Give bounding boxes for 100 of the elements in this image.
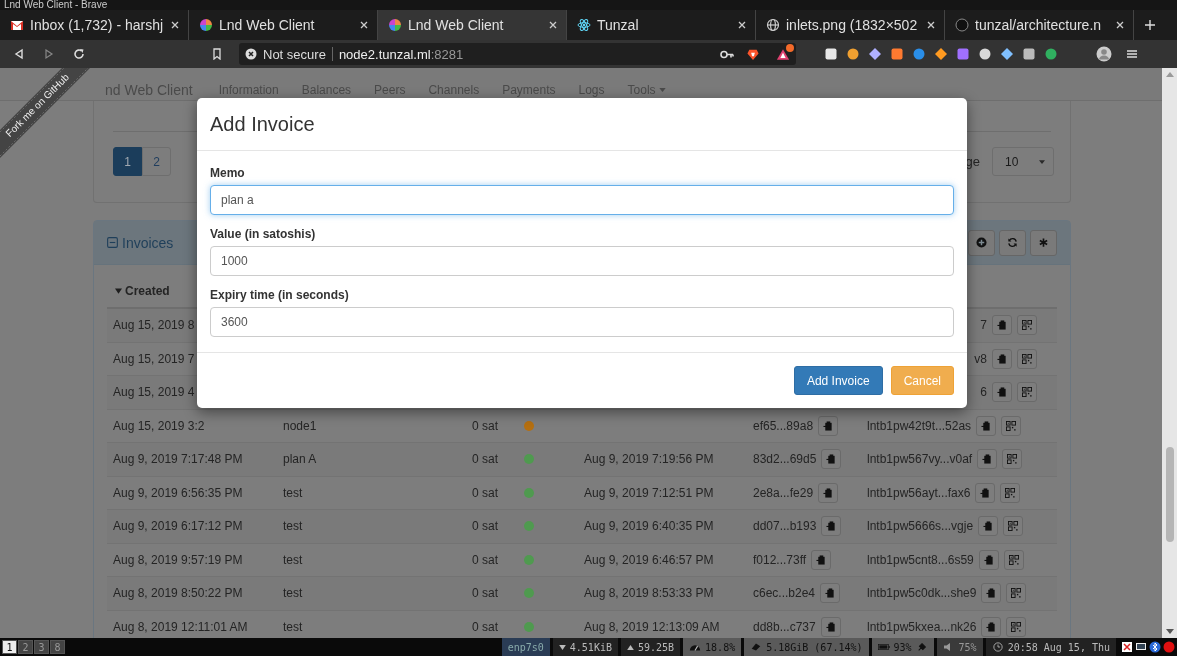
download-icon	[558, 644, 566, 650]
back-icon[interactable]	[13, 48, 25, 60]
extension-icon[interactable]	[934, 47, 948, 61]
page-button[interactable]: 2	[142, 147, 171, 176]
copy-button[interactable]	[820, 616, 841, 637]
page-size-select[interactable]: 10	[992, 147, 1054, 176]
copy-button[interactable]	[978, 516, 999, 537]
qr-code-button[interactable]	[1017, 382, 1037, 403]
close-icon[interactable]	[548, 20, 558, 30]
table-cell: test	[283, 619, 303, 634]
qr-code-button[interactable]	[1003, 516, 1024, 537]
copy-button[interactable]	[992, 315, 1012, 336]
panel-title: Invoices	[122, 234, 174, 251]
table-cell: Aug 15, 2019 8	[113, 318, 195, 333]
clipboard-icon	[825, 621, 836, 632]
table-cell: lntb1pw5kxea...nk26	[867, 619, 977, 634]
tray-icon[interactable]	[1121, 641, 1133, 653]
qr-code-icon	[1008, 554, 1019, 565]
extension-icon[interactable]	[978, 47, 992, 61]
settings-button[interactable]	[1030, 229, 1057, 256]
qr-code-button[interactable]	[1006, 583, 1027, 604]
extension-icon[interactable]	[846, 47, 860, 61]
close-icon[interactable]	[170, 20, 180, 30]
close-icon[interactable]	[737, 20, 747, 30]
memory-usage: 5.18GiB (67.14%)	[766, 641, 863, 653]
extension-icon[interactable]	[868, 47, 882, 61]
scroll-down-icon[interactable]	[1165, 629, 1174, 634]
table-cell: 0 sat	[472, 619, 498, 634]
workspace-button[interactable]: 3	[34, 640, 49, 654]
copy-button[interactable]	[818, 415, 839, 436]
copy-button[interactable]	[811, 549, 832, 570]
clipboard-icon	[981, 420, 992, 431]
copy-button[interactable]	[978, 549, 999, 570]
table-cell: Aug 8, 2019 12:11:01 AM	[113, 619, 248, 634]
submit-button[interactable]: Add Invoice	[793, 366, 883, 395]
forward-icon[interactable]	[43, 48, 55, 60]
copy-button[interactable]	[981, 583, 1002, 604]
table-cell: lntb1pw5cnt8...6s59	[867, 552, 974, 567]
extension-icon[interactable]	[1044, 47, 1058, 61]
extension-icon[interactable]	[1000, 47, 1014, 61]
mail-icon	[10, 18, 24, 32]
scrollbar[interactable]	[1162, 68, 1177, 638]
browser-tab[interactable]: Lnd Web Client	[378, 10, 567, 40]
reload-icon[interactable]	[73, 48, 85, 60]
copy-button[interactable]	[981, 616, 1002, 637]
qr-code-button[interactable]	[1001, 415, 1022, 436]
workspace-button[interactable]: 8	[50, 640, 65, 654]
qr-code-button[interactable]	[1006, 616, 1027, 637]
volume-level: 75%	[958, 641, 977, 653]
workspace-button[interactable]: 1	[2, 640, 17, 654]
copy-button[interactable]	[821, 449, 842, 470]
table-cell: Aug 15, 2019 4	[113, 385, 195, 400]
new-tab-icon[interactable]	[1144, 19, 1156, 31]
extension-icon[interactable]	[1022, 47, 1036, 61]
copy-button[interactable]	[992, 348, 1012, 369]
copy-button[interactable]	[820, 583, 841, 604]
avatar-icon[interactable]	[1096, 46, 1112, 62]
tray-icon[interactable]	[1135, 641, 1147, 653]
input-field[interactable]: plan a	[210, 185, 954, 215]
bluetooth-icon[interactable]	[1149, 641, 1161, 653]
table-cell: Aug 8, 2019 8:53:33 PM	[584, 586, 714, 601]
extension-icon[interactable]	[890, 47, 904, 61]
qr-code-button[interactable]	[1000, 482, 1021, 503]
extension-icon[interactable]	[824, 47, 838, 61]
copy-button[interactable]	[992, 382, 1012, 403]
table-cell: lntb1pw567vy...v0af	[867, 452, 973, 467]
scrollbar-thumb[interactable]	[1165, 447, 1174, 542]
copy-button[interactable]	[977, 449, 998, 470]
window-title: Lnd Web Client - Brave	[4, 0, 108, 10]
clipboard-icon	[982, 454, 993, 465]
copy-button[interactable]	[975, 482, 996, 503]
qr-code-button[interactable]	[1017, 348, 1037, 369]
copy-button[interactable]	[976, 415, 997, 436]
collapse-icon[interactable]	[107, 237, 118, 248]
add-button[interactable]	[968, 229, 995, 256]
bookmark-icon[interactable]	[211, 48, 223, 60]
qr-code-button[interactable]	[1017, 315, 1037, 336]
copy-button[interactable]	[818, 482, 839, 503]
copy-button[interactable]	[821, 516, 842, 537]
table-cell: 0 sat	[472, 418, 498, 433]
qr-code-icon	[1011, 588, 1022, 599]
close-icon[interactable]	[1115, 20, 1125, 30]
table-cell: Aug 8, 2019 9:57:19 PM	[113, 552, 243, 567]
menu-icon[interactable]	[1126, 48, 1138, 60]
qr-code-icon	[1011, 621, 1022, 632]
page-button[interactable]: 1	[113, 147, 142, 176]
input-field[interactable]: 1000	[210, 246, 954, 276]
table-cell: lntb1pw5c0dk...she9	[867, 586, 977, 601]
address-field[interactable]: Not secure node2.tunzal.ml:8281	[239, 43, 796, 65]
qr-code-button[interactable]	[1003, 549, 1024, 570]
triangle-icon[interactable]	[776, 47, 790, 61]
input-field[interactable]: 3600	[210, 307, 954, 337]
workspace-button[interactable]: 2	[18, 640, 33, 654]
refresh-button[interactable]	[999, 229, 1026, 256]
column-header[interactable]: Created	[125, 284, 170, 298]
notification-badge	[786, 43, 794, 52]
close-icon[interactable]	[359, 20, 369, 30]
qr-code-button[interactable]	[1002, 449, 1023, 470]
table-cell: Aug 15, 2019 3:2	[113, 418, 205, 433]
close-icon[interactable]	[926, 20, 936, 30]
